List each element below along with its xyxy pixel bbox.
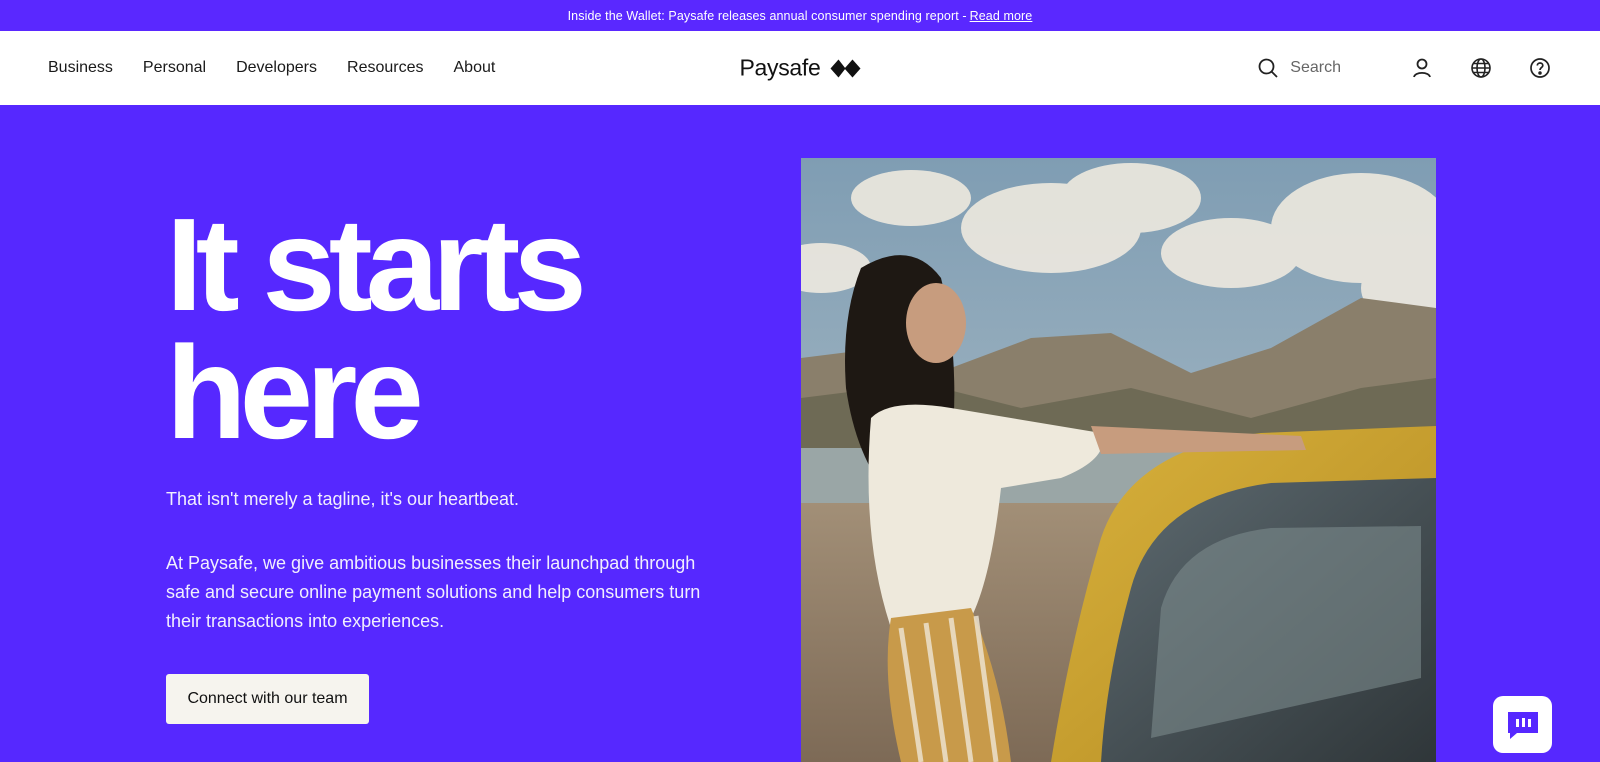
nav-item-about[interactable]: About	[454, 59, 496, 77]
logo-text: Paysafe	[739, 54, 821, 81]
nav-item-resources[interactable]: Resources	[347, 59, 423, 77]
search-label: Search	[1290, 59, 1341, 76]
headline-line-1: It starts	[166, 191, 587, 338]
globe-icon[interactable]	[1469, 56, 1493, 80]
nav-item-personal[interactable]: Personal	[143, 59, 206, 77]
nav-utilities: Search	[1256, 56, 1552, 80]
logo-diamonds-icon	[830, 59, 861, 77]
announcement-bar: Inside the Wallet: Paysafe releases annu…	[0, 0, 1600, 31]
hero-photo	[801, 158, 1436, 762]
hero-headline: It starts here	[166, 191, 587, 466]
nav-item-business[interactable]: Business	[48, 59, 113, 77]
main-nav: Business Personal Developers Resources A…	[48, 59, 525, 77]
help-icon[interactable]	[1528, 56, 1552, 80]
chat-widget-button[interactable]	[1493, 696, 1552, 753]
read-more-link[interactable]: Read more	[970, 9, 1033, 23]
top-navigation: Business Personal Developers Resources A…	[0, 31, 1600, 105]
hero-description: At Paysafe, we give ambitious businesses…	[166, 553, 701, 631]
headline-line-2: here	[166, 319, 424, 466]
search-trigger[interactable]: Search	[1256, 56, 1341, 80]
hero-section: It starts here That isn't merely a tagli…	[0, 105, 1600, 762]
user-icon[interactable]	[1410, 56, 1434, 80]
hero-tagline: That isn't merely a tagline, it's our he…	[166, 489, 520, 509]
connect-team-button[interactable]: Connect with our team	[166, 674, 369, 724]
nav-item-developers[interactable]: Developers	[236, 59, 317, 77]
announcement-text: Inside the Wallet: Paysafe releases annu…	[567, 8, 967, 23]
search-icon	[1256, 56, 1280, 80]
chat-icon	[1507, 711, 1538, 739]
paysafe-logo[interactable]: Paysafe	[739, 54, 861, 82]
